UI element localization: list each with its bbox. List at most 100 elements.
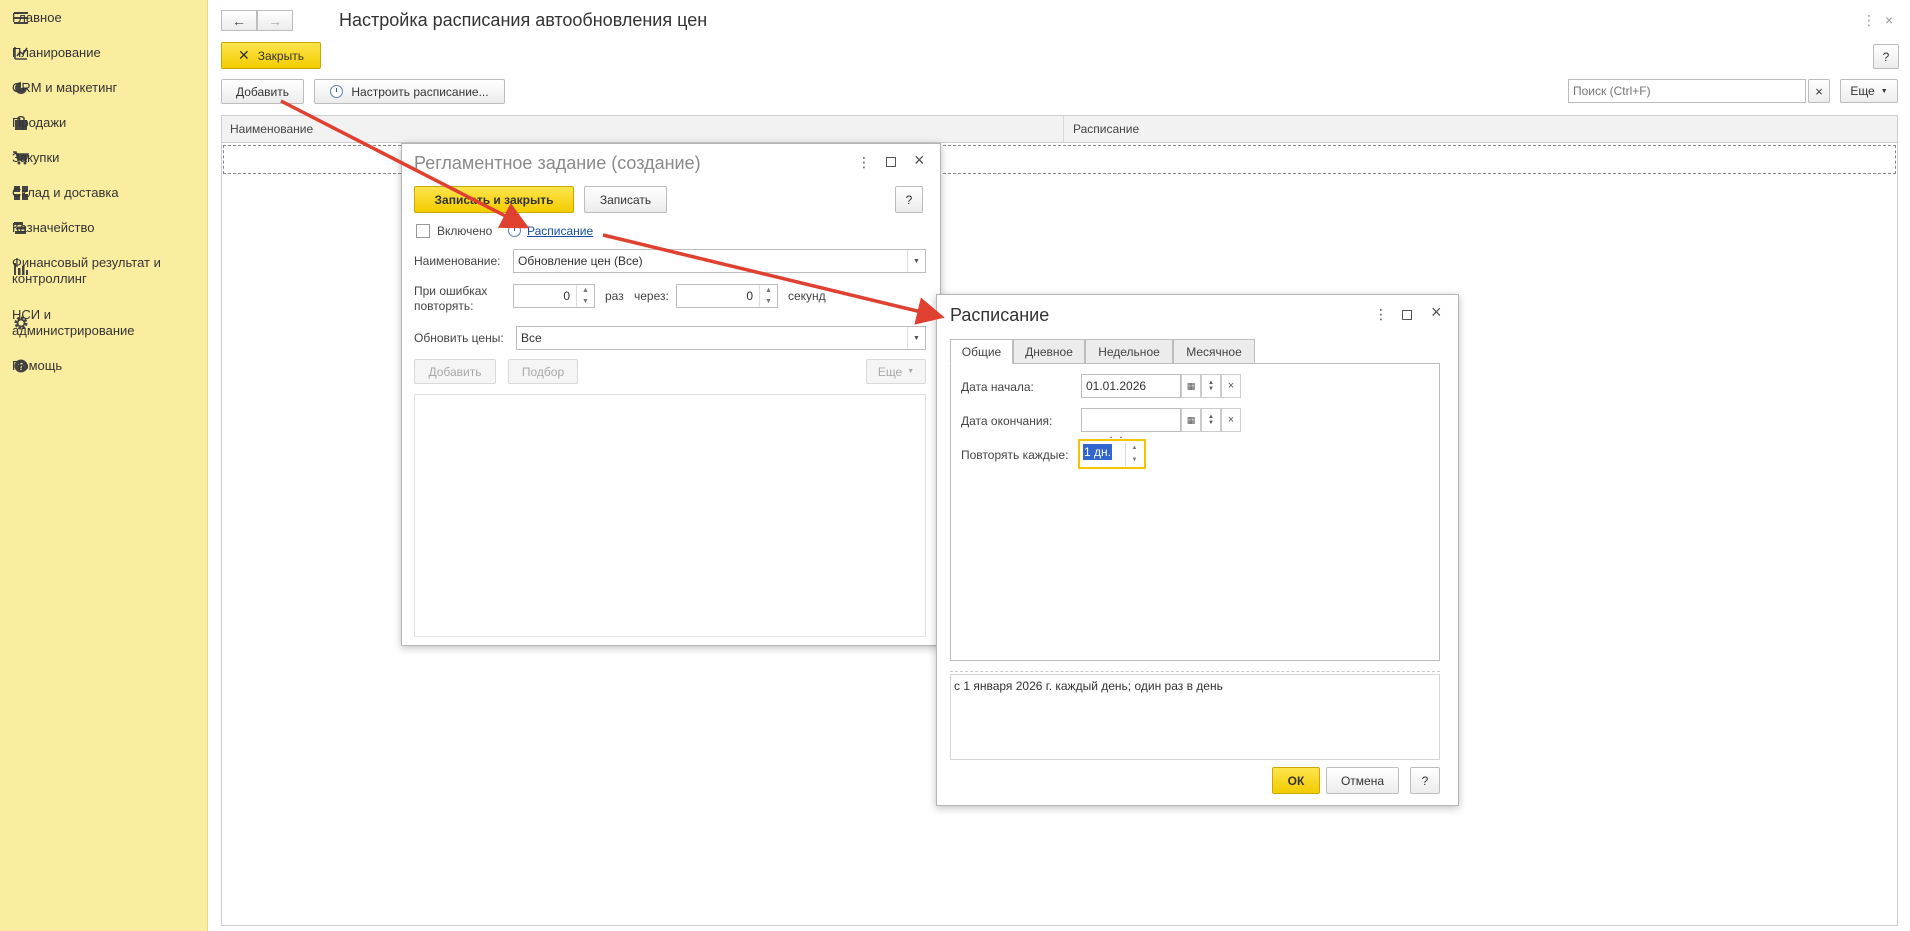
search-input[interactable] bbox=[1568, 79, 1806, 103]
sidebar-item-treasury[interactable]: Казначейство bbox=[0, 220, 208, 236]
clear-icon: × bbox=[1815, 83, 1823, 99]
sidebar-item-crm[interactable]: CRM и маркетинг bbox=[0, 80, 208, 96]
sidebar-item-label: Главное bbox=[12, 10, 62, 25]
help-button-label: ? bbox=[1421, 773, 1429, 788]
start-date-label: Дата начала: bbox=[961, 380, 1034, 394]
more-vert-icon[interactable]: ⋮ bbox=[1862, 12, 1876, 29]
update-prices-field[interactable]: Все ▼ bbox=[516, 326, 926, 350]
retry-count-field[interactable]: 0 ▲ ▼ bbox=[513, 284, 595, 308]
arrow-right-icon: → bbox=[268, 12, 282, 29]
end-date-field[interactable]: . . bbox=[1081, 408, 1181, 441]
save-button[interactable]: Записать bbox=[584, 186, 667, 213]
enabled-checkbox[interactable] bbox=[416, 224, 430, 238]
stepper-icon[interactable]: ▲ ▼ bbox=[1125, 442, 1143, 466]
more-button[interactable]: Еще ▼ bbox=[1840, 79, 1898, 103]
sidebar-item-label: Казначейство bbox=[12, 220, 95, 235]
more-button[interactable]: Еще ▼ bbox=[866, 359, 926, 384]
maximize-icon[interactable] bbox=[1402, 310, 1412, 320]
sidebar-item-purchases[interactable]: Закупки bbox=[0, 150, 208, 166]
add-item-label: Добавить bbox=[428, 364, 482, 379]
clock-icon bbox=[508, 224, 521, 237]
calendar-icon[interactable]: ▦ bbox=[1181, 408, 1201, 432]
clear-icon[interactable]: × bbox=[1221, 408, 1241, 432]
retry-count-value: 0 bbox=[563, 289, 570, 303]
stepper-icon[interactable]: ▲ ▼ bbox=[576, 285, 594, 307]
retry-interval-field[interactable]: 0 ▲ ▼ bbox=[676, 284, 778, 308]
configure-schedule-button[interactable]: Настроить расписание... bbox=[314, 79, 505, 104]
close-icon[interactable]: × bbox=[914, 150, 925, 171]
configure-schedule-label: Настроить расписание... bbox=[351, 84, 489, 99]
sidebar-item-main[interactable]: Главное bbox=[0, 10, 208, 26]
chevron-down-icon[interactable]: ▼ bbox=[907, 327, 925, 349]
task-dialog: Регламентное задание (создание) ⋮ × Запи… bbox=[401, 143, 941, 646]
via-label: через: bbox=[634, 289, 669, 303]
chevron-down-icon[interactable]: ▼ bbox=[907, 250, 925, 272]
tab-daily[interactable]: Дневное bbox=[1013, 339, 1085, 364]
sidebar-item-warehouse[interactable]: Склад и доставка bbox=[0, 185, 208, 201]
sidebar-item-planning[interactable]: Планирование bbox=[0, 45, 208, 61]
maximize-icon[interactable] bbox=[886, 157, 896, 167]
help-button[interactable]: ? bbox=[1873, 44, 1899, 69]
items-list[interactable] bbox=[414, 394, 926, 637]
end-date-label: Дата окончания: bbox=[961, 414, 1053, 428]
more-vert-icon[interactable]: ⋮ bbox=[857, 154, 871, 171]
help-button-label: ? bbox=[905, 192, 913, 207]
name-label: Наименование: bbox=[414, 254, 501, 268]
more-vert-icon[interactable]: ⋮ bbox=[1374, 306, 1388, 323]
sidebar-item-help[interactable]: ? Помощь bbox=[0, 358, 208, 374]
seconds-label: секунд bbox=[788, 289, 826, 303]
repeat-field[interactable]: 1 дн. ▲ ▼ bbox=[1078, 439, 1146, 469]
schedule-summary-text: с 1 января 2026 г. каждый день; один раз… bbox=[954, 679, 1223, 693]
tab-monthly[interactable]: Месячное bbox=[1173, 339, 1255, 364]
save-close-label: Записать и закрыть bbox=[434, 192, 554, 207]
sidebar-item-label: Планирование bbox=[12, 45, 101, 60]
chevron-down-icon: ▼ bbox=[1880, 87, 1888, 95]
sidebar-item-label: CRM и маркетинг bbox=[12, 80, 118, 95]
sidebar-item-admin[interactable]: НСИ и администрирование bbox=[0, 307, 208, 338]
stepper-icon[interactable]: ▲ ▼ bbox=[759, 285, 777, 307]
start-date-value: 01.01.2026 bbox=[1086, 379, 1147, 393]
tab-general[interactable]: Общие bbox=[950, 339, 1013, 364]
table-header: Наименование Расписание bbox=[221, 115, 1898, 143]
update-prices-label: Обновить цены: bbox=[414, 331, 504, 345]
more-button-label: Еще bbox=[1850, 84, 1875, 98]
column-header-schedule[interactable]: Расписание bbox=[1065, 116, 1139, 142]
repeat-value: 1 дн. bbox=[1083, 444, 1112, 460]
sidebar-item-label: Склад и доставка bbox=[12, 185, 119, 200]
retry-label: При ошибках повторять: bbox=[414, 284, 487, 314]
cancel-button[interactable]: Отмена bbox=[1326, 767, 1399, 794]
forward-button[interactable]: → bbox=[257, 10, 293, 31]
clear-icon[interactable]: × bbox=[1221, 374, 1241, 398]
tab-weekly[interactable]: Недельное bbox=[1085, 339, 1173, 364]
stepper-icon[interactable]: ▲ ▼ bbox=[1201, 374, 1221, 398]
help-button-label: ? bbox=[1882, 49, 1890, 64]
help-button[interactable]: ? bbox=[1410, 767, 1440, 794]
column-header-name[interactable]: Наименование bbox=[222, 116, 1064, 142]
help-button[interactable]: ? bbox=[895, 186, 923, 213]
sidebar-item-finance[interactable]: Финансовый результат и контроллинг bbox=[0, 255, 208, 286]
pick-button[interactable]: Подбор bbox=[508, 359, 578, 384]
add-item-button[interactable]: Добавить bbox=[414, 359, 496, 384]
save-close-button[interactable]: Записать и закрыть bbox=[414, 186, 574, 213]
retry-interval-value: 0 bbox=[746, 289, 753, 303]
schedule-dialog: Расписание ⋮ × Общие Дневное Недельное М… bbox=[936, 294, 1459, 806]
name-field[interactable]: Обновление цен (Все) ▼ bbox=[513, 249, 926, 273]
close-button[interactable]: ✕ Закрыть bbox=[221, 42, 321, 69]
schedule-link[interactable]: Расписание bbox=[527, 224, 593, 238]
add-button[interactable]: Добавить bbox=[221, 79, 304, 104]
search-clear-button[interactable]: × bbox=[1808, 79, 1830, 103]
times-label: раз bbox=[605, 289, 624, 303]
close-window-icon[interactable]: × bbox=[1885, 12, 1893, 28]
close-icon: ✕ bbox=[238, 47, 250, 63]
close-icon[interactable]: × bbox=[1431, 302, 1442, 323]
stepper-icon[interactable]: ▲ ▼ bbox=[1201, 408, 1221, 432]
divider bbox=[950, 671, 1440, 672]
sidebar-item-label: Продажи bbox=[12, 115, 67, 130]
start-date-field[interactable]: 01.01.2026 bbox=[1081, 374, 1181, 398]
back-button[interactable]: ← bbox=[221, 10, 257, 31]
ok-button[interactable]: ОК bbox=[1272, 767, 1320, 794]
sidebar: Главное Планирование CRM и маркетинг Про… bbox=[0, 0, 208, 931]
pick-button-label: Подбор bbox=[521, 364, 565, 379]
sidebar-item-sales[interactable]: Продажи bbox=[0, 115, 208, 131]
calendar-icon[interactable]: ▦ bbox=[1181, 374, 1201, 398]
